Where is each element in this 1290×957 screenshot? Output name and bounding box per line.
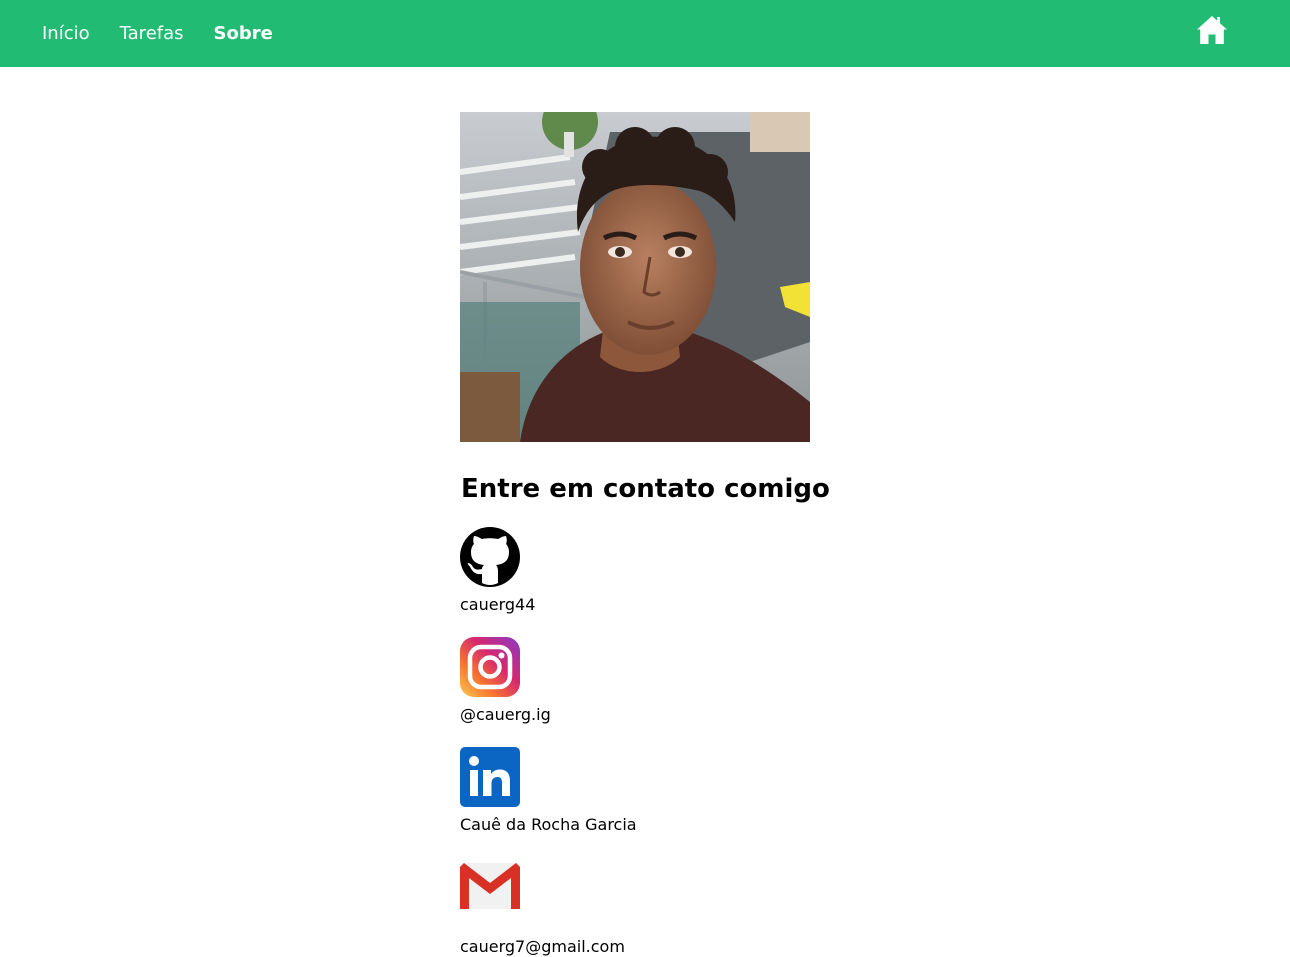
linkedin-icon xyxy=(460,747,520,807)
nav-links: Início Tarefas Sobre xyxy=(42,0,273,67)
contact-gmail[interactable]: cauerg7@gmail.com xyxy=(460,863,860,957)
house-icon[interactable] xyxy=(1196,14,1228,46)
contact-github[interactable]: cauerg44 xyxy=(460,527,860,615)
gmail-address: cauerg7@gmail.com xyxy=(460,937,625,956)
contact-instagram[interactable]: @cauerg.ig xyxy=(460,637,860,725)
github-username: cauerg44 xyxy=(460,595,536,614)
contact-heading: Entre em contato comigo xyxy=(461,474,830,504)
instagram-handle: @cauerg.ig xyxy=(460,705,551,724)
nav-link-tarefas[interactable]: Tarefas xyxy=(120,23,184,44)
gmail-icon xyxy=(460,863,520,909)
profile-photo xyxy=(460,112,810,442)
github-icon xyxy=(460,527,520,587)
instagram-icon xyxy=(460,637,520,697)
about-content: Entre em contato comigo cauerg44 @cauerg… xyxy=(460,112,860,957)
nav-link-inicio[interactable]: Início xyxy=(42,23,90,44)
linkedin-name: Cauê da Rocha Garcia xyxy=(460,815,637,834)
contact-linkedin[interactable]: Cauê da Rocha Garcia xyxy=(460,747,860,835)
top-navbar: Início Tarefas Sobre xyxy=(0,0,1290,67)
nav-link-sobre[interactable]: Sobre xyxy=(214,23,273,44)
